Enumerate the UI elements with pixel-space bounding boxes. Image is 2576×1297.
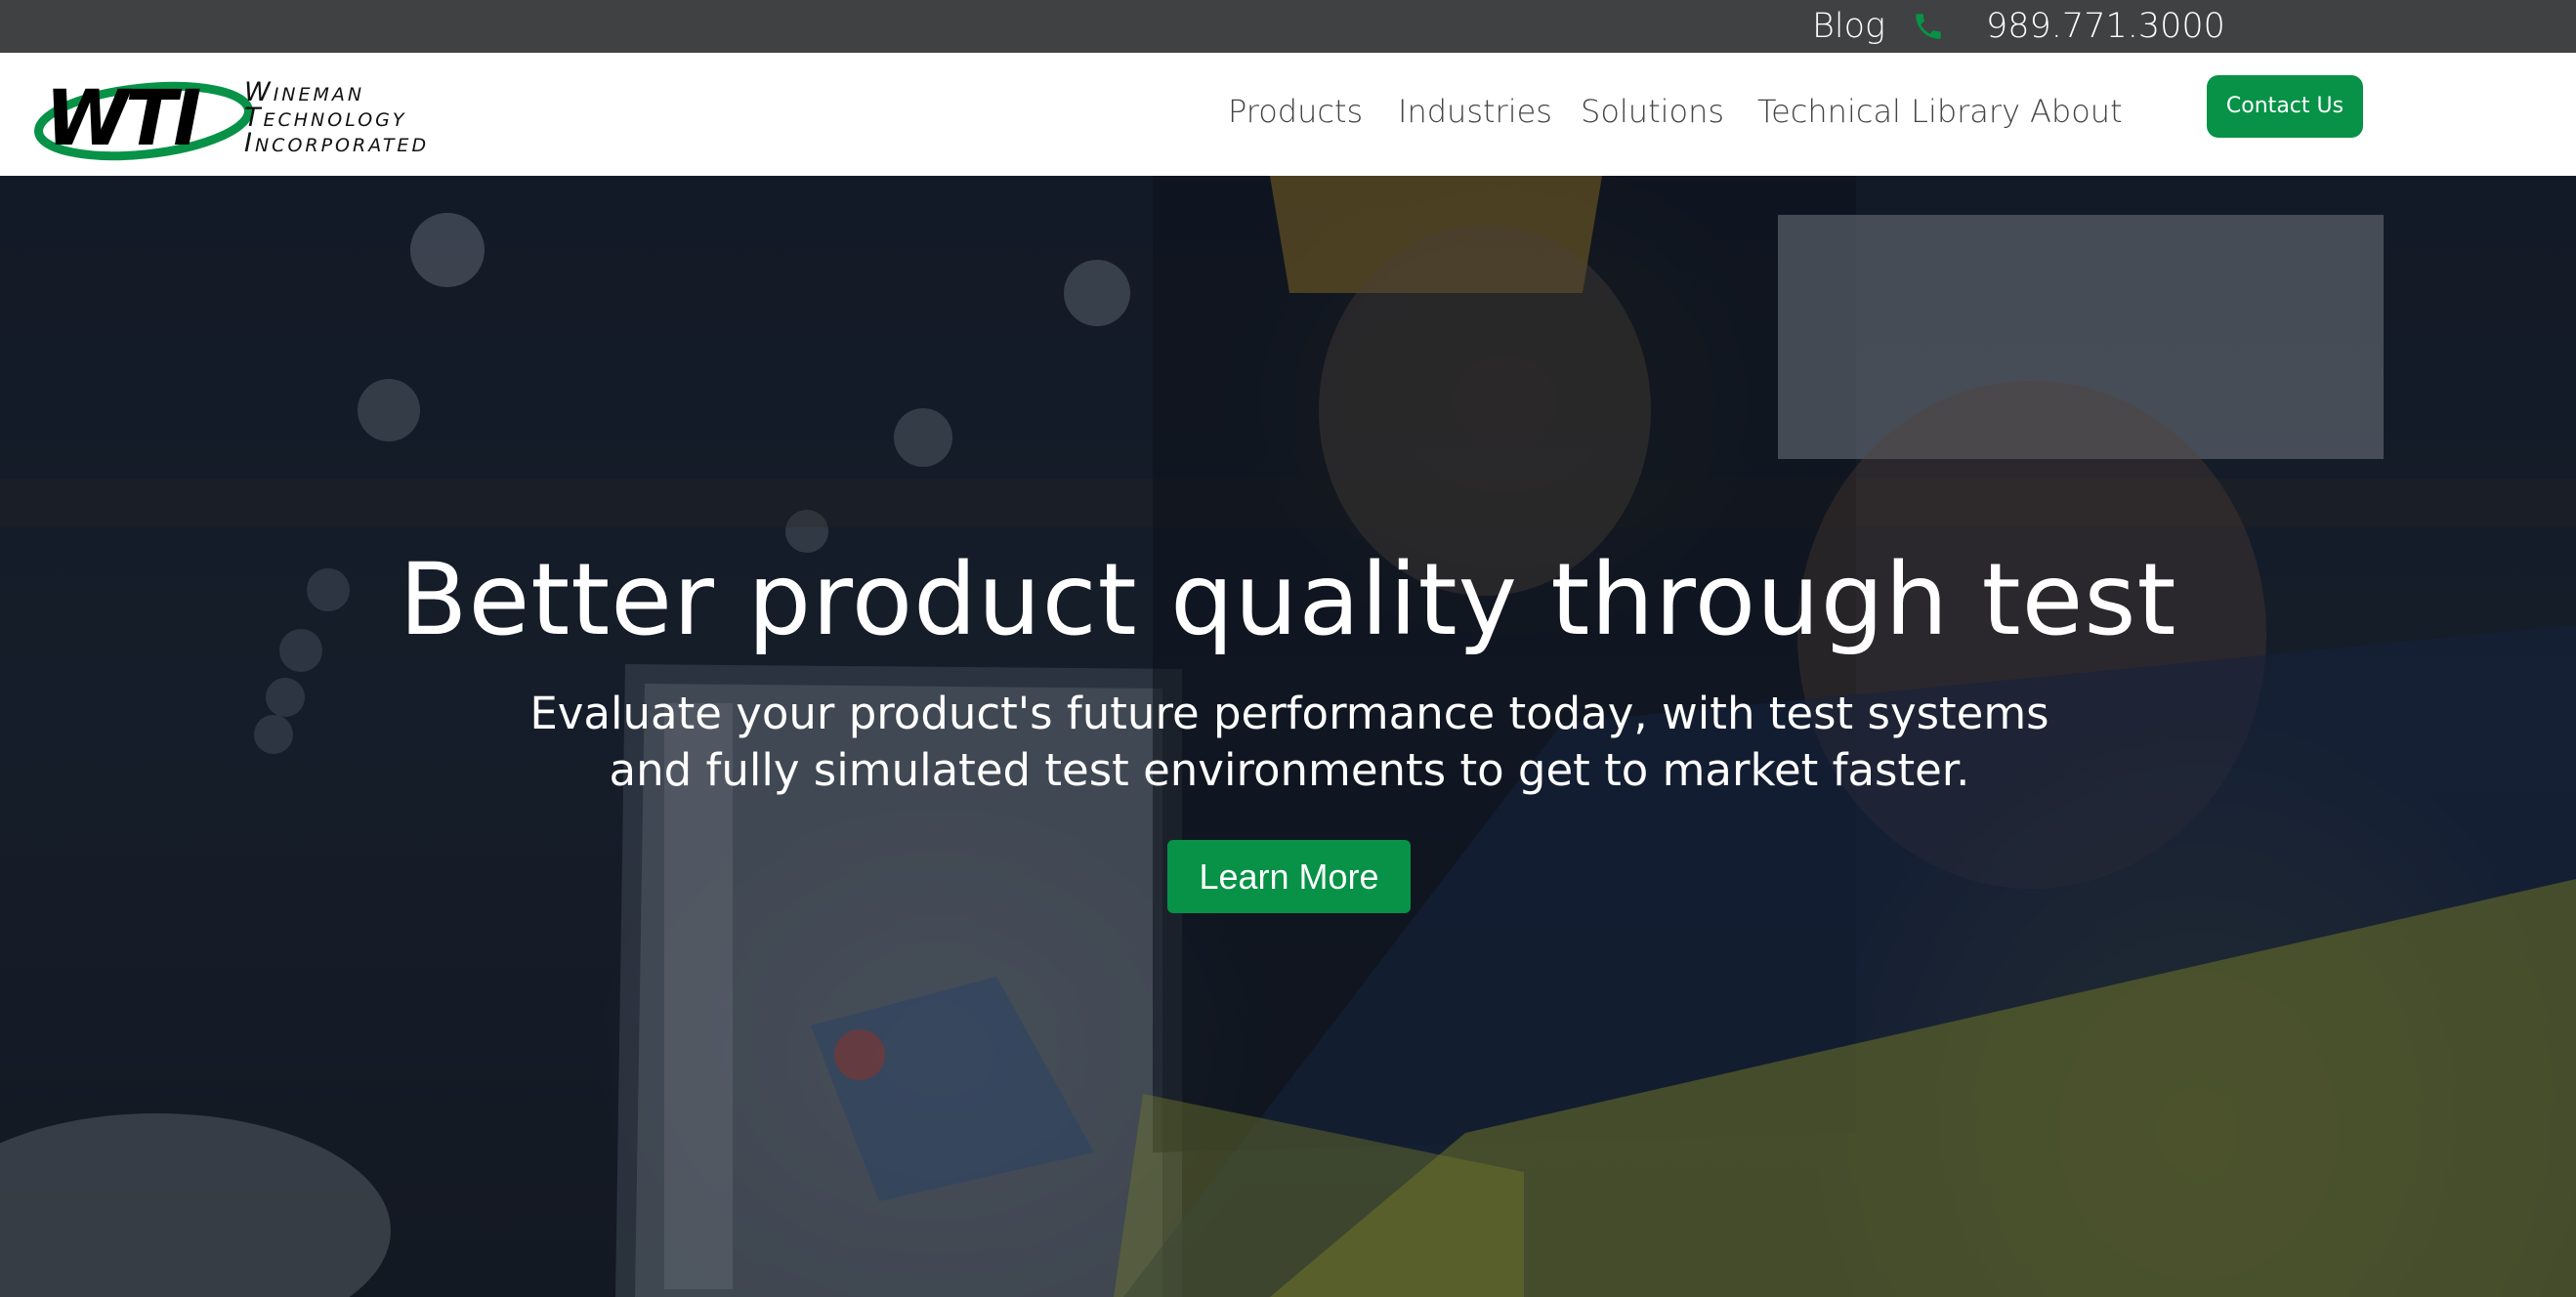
top-utility-bar: Blog 989.771.3000 [0, 0, 2576, 53]
nav-technical-library[interactable]: Technical Library [1757, 90, 2020, 133]
primary-nav: Products Industries Solutions Technical … [0, 90, 2576, 139]
nav-about[interactable]: About [2030, 90, 2123, 133]
blog-link[interactable]: Blog [1812, 7, 1885, 46]
hero-subtitle: Evaluate your product's future performan… [529, 688, 2049, 796]
hero-title: Better product quality through test [399, 542, 2177, 658]
learn-more-button[interactable]: Learn More [1167, 840, 1411, 913]
phone-number-link[interactable]: 989.771.3000 [1986, 7, 2225, 46]
phone-icon[interactable] [1912, 10, 1945, 43]
contact-us-button[interactable]: Contact Us [2207, 75, 2363, 138]
nav-products[interactable]: Products [1228, 90, 1363, 133]
hero-section: Better product quality through test Eval… [0, 176, 2576, 1297]
main-navbar: WTI Wineman Technology Incorporated Prod… [0, 53, 2576, 176]
nav-solutions[interactable]: Solutions [1581, 90, 1724, 133]
nav-industries[interactable]: Industries [1398, 90, 1552, 133]
